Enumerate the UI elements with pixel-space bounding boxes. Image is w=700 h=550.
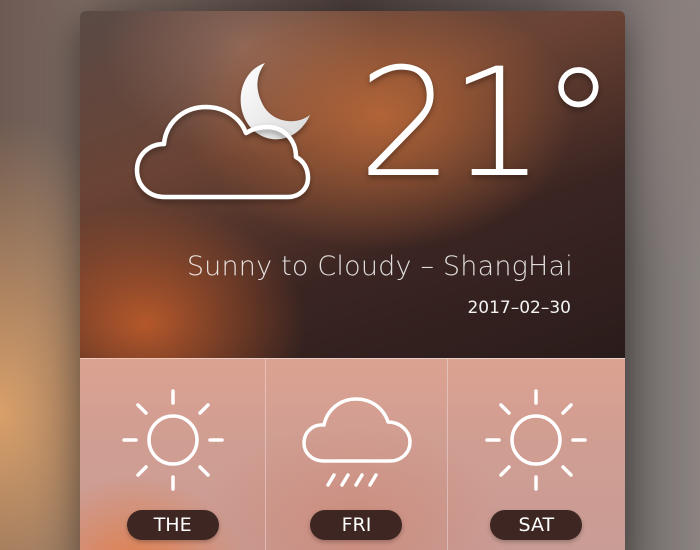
weather-card: 21° Sunny to Cloudy – ShangHai 2017–02–3… bbox=[80, 11, 625, 550]
cloud-moon-icon bbox=[132, 59, 322, 209]
temperature-value: 21 bbox=[358, 37, 545, 211]
date-text: 2017–02–30 bbox=[467, 298, 571, 318]
day-label: THE bbox=[126, 510, 219, 540]
forecast-day-friday[interactable]: FRI bbox=[265, 359, 446, 550]
cloud-rain-icon bbox=[296, 385, 416, 499]
current-weather-panel: 21° Sunny to Cloudy – ShangHai 2017–02–3… bbox=[80, 11, 625, 358]
current-temperature: 21° bbox=[358, 37, 616, 211]
condition-location-text: Sunny to Cloudy – ShangHai bbox=[186, 251, 573, 282]
forecast-row: THE FRI SAT bbox=[80, 358, 625, 550]
day-label: SAT bbox=[490, 510, 583, 540]
temperature-unit: ° bbox=[540, 37, 616, 211]
sun-icon bbox=[118, 385, 228, 499]
forecast-day-thursday[interactable]: THE bbox=[80, 359, 265, 550]
day-label: FRI bbox=[310, 510, 403, 540]
forecast-day-saturday[interactable]: SAT bbox=[446, 359, 625, 550]
sun-icon bbox=[481, 385, 591, 499]
